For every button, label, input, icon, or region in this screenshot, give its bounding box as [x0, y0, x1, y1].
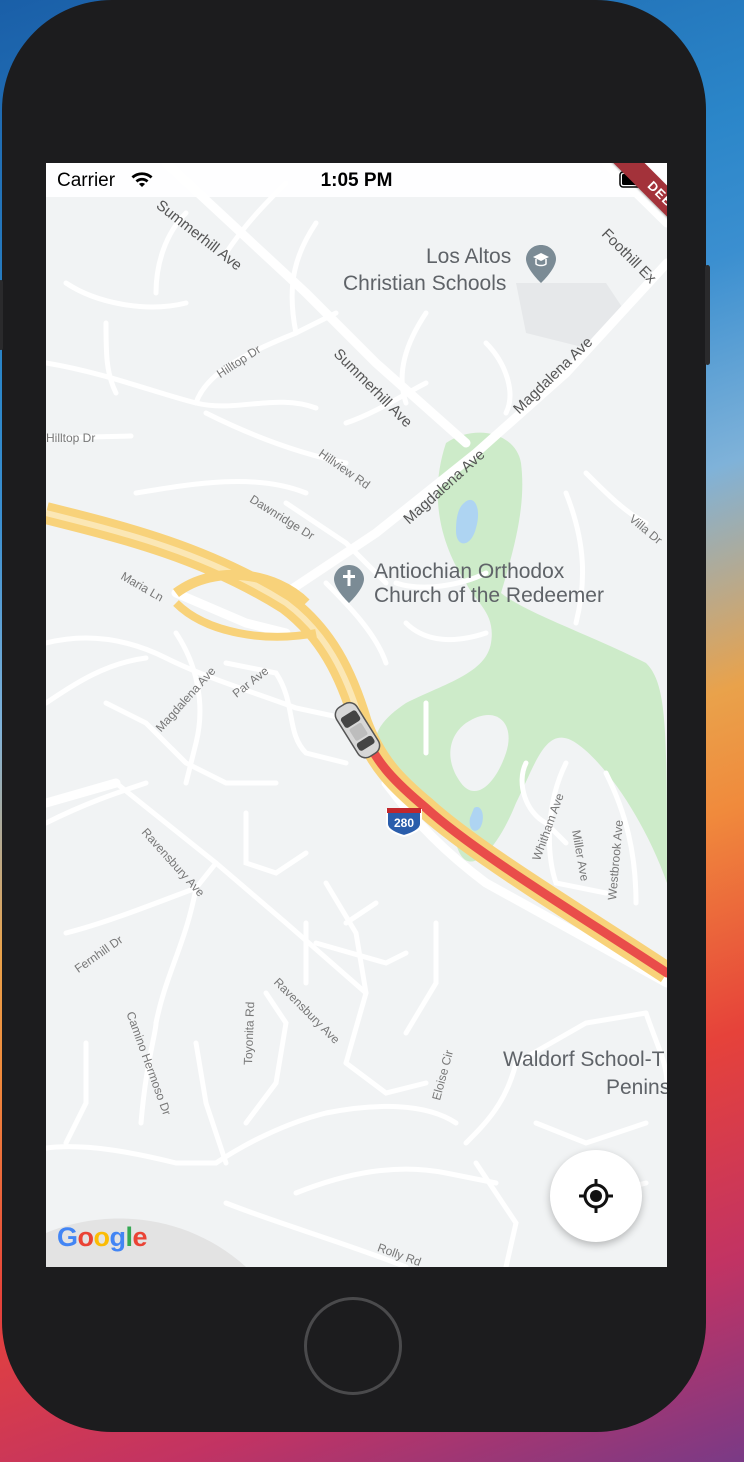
poi-line-1: Antiochian Orthodox: [374, 560, 565, 583]
poi-line-1: Los Altos: [426, 245, 512, 268]
logo-letter: o: [77, 1222, 95, 1252]
poi-line-2: Penins: [606, 1076, 667, 1099]
phone-frame: 280 Los Altos Christian Schools Antiochi…: [0, 0, 710, 1432]
logo-letter: g: [109, 1222, 127, 1252]
map-view[interactable]: 280: [46, 163, 667, 1267]
poi-line-2: Church of the Redeemer: [374, 584, 604, 607]
poi-line-2: Christian Schools: [343, 272, 507, 295]
poi-label-los-altos-school[interactable]: Los Altos: [426, 245, 511, 269]
my-location-button[interactable]: [550, 1150, 642, 1242]
poi-label-los-altos-school-2[interactable]: Christian Schools: [343, 272, 506, 296]
google-logo: Google: [57, 1222, 148, 1253]
status-bar: Carrier 1:05 PM: [46, 163, 667, 197]
poi-label-church[interactable]: Antiochian Orthodox Church of the Redeem…: [374, 560, 604, 608]
volume-button: [0, 280, 3, 350]
poi-label-waldorf[interactable]: Waldorf School-T: [503, 1048, 664, 1072]
logo-letter: e: [132, 1222, 148, 1252]
school-pin-icon: [526, 245, 556, 283]
status-time: 1:05 PM: [320, 170, 393, 191]
street-label: Toyonita Rd: [241, 1001, 258, 1066]
svg-text:280: 280: [394, 816, 414, 830]
logo-letter: l: [125, 1222, 134, 1252]
power-button: [705, 265, 710, 365]
campus-area: [516, 283, 626, 348]
poi-label-waldorf-2[interactable]: Penins: [606, 1076, 667, 1100]
app-screen: 280 Los Altos Christian Schools Antiochi…: [46, 163, 667, 1267]
logo-letter: o: [93, 1222, 111, 1252]
crosshair-icon: [579, 1179, 613, 1213]
poi-line-1: Waldorf School-T: [503, 1048, 665, 1071]
highway-shield: 280: [386, 808, 422, 838]
logo-letter: G: [57, 1222, 78, 1252]
home-button[interactable]: [304, 1297, 402, 1395]
street-label: Hilltop Dr: [46, 431, 96, 445]
